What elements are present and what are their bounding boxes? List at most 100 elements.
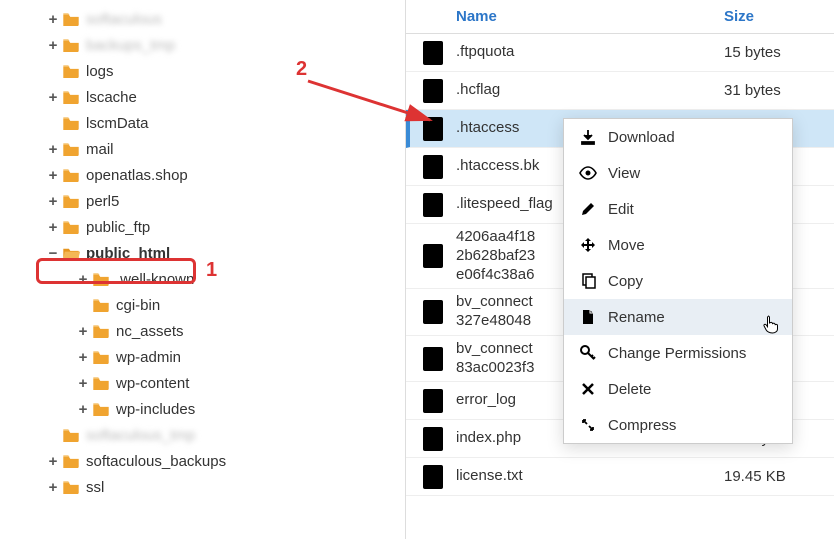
menu-item-delete[interactable]: Delete — [564, 371, 792, 407]
file-icon — [410, 154, 456, 180]
folder-icon — [62, 38, 80, 52]
expand-toggle[interactable]: + — [46, 453, 60, 470]
expand-toggle[interactable]: + — [46, 193, 60, 210]
tree-item-wpincludes[interactable]: +wp-includes — [0, 396, 405, 422]
tree-item-openatlasshop[interactable]: + openatlas.shop — [0, 162, 405, 188]
expand-toggle[interactable]: + — [76, 323, 90, 340]
column-name[interactable]: Name — [456, 8, 724, 25]
file-icon — [410, 388, 456, 414]
tree-item-softaculoustmp[interactable]: softaculous_tmp — [0, 422, 405, 448]
tree-item-cgibin[interactable]: cgi-bin — [0, 292, 405, 318]
tree-item-label: wp-content — [116, 375, 189, 392]
tree-item-ncassets[interactable]: + nc_assets — [0, 318, 405, 344]
tree-item-publichtml[interactable]: − public_html — [0, 240, 405, 266]
folder-open-icon — [62, 246, 80, 260]
tree-item-label: logs — [86, 63, 114, 80]
folder-icon — [62, 480, 80, 494]
menu-item-label: Copy — [608, 273, 643, 290]
folder-icon — [62, 454, 80, 468]
file-row[interactable]: .ftpquota15 bytes — [406, 34, 834, 72]
file-name: .hcflag — [456, 81, 724, 100]
file-row[interactable]: license.txt19.45 KB — [406, 458, 834, 496]
copy-icon — [578, 273, 598, 289]
tree-item-mail[interactable]: +mail — [0, 136, 405, 162]
folder-icon — [62, 220, 80, 234]
file-size: 15 bytes — [724, 44, 834, 61]
file-icon — [410, 192, 456, 218]
tree-item-softaculousbackups[interactable]: + softaculous_backups — [0, 448, 405, 474]
file-icon — [410, 426, 456, 452]
folder-icon — [62, 428, 80, 442]
file-row[interactable]: .hcflag31 bytes — [406, 72, 834, 110]
menu-item-label: Move — [608, 237, 645, 254]
perm-icon — [578, 345, 598, 361]
tree-item-label: openatlas.shop — [86, 167, 188, 184]
folder-tree: + softaculous +backups_tmplogs + lscache lscm… — [0, 0, 405, 539]
expand-toggle[interactable]: + — [46, 89, 60, 106]
annotation-label-1: 1 — [206, 259, 217, 282]
file-list-header: Name Size — [406, 0, 834, 34]
menu-item-label: Change Permissions — [608, 345, 746, 362]
menu-item-rename[interactable]: Rename — [564, 299, 792, 335]
tree-item-wellknown[interactable]: + .well-known — [0, 266, 405, 292]
expand-toggle[interactable]: + — [46, 37, 60, 54]
tree-item-label: nc_assets — [116, 323, 184, 340]
expand-toggle[interactable]: + — [76, 375, 90, 392]
folder-icon — [92, 272, 110, 286]
tree-item-label: softaculous — [86, 11, 162, 28]
menu-item-change-permissions[interactable]: Change Permissions — [564, 335, 792, 371]
tree-item-publicftp[interactable]: +public_ftp — [0, 214, 405, 240]
rename-icon — [578, 309, 598, 325]
tree-item-label: .well-known — [116, 271, 194, 288]
menu-item-move[interactable]: Move — [564, 227, 792, 263]
tree-item-backupstmp[interactable]: +backups_tmp — [0, 32, 405, 58]
file-size: 31 bytes — [724, 82, 834, 99]
folder-icon — [92, 350, 110, 364]
expand-toggle[interactable]: + — [76, 349, 90, 366]
tree-item-lscache[interactable]: + lscache — [0, 84, 405, 110]
tree-item-logs[interactable]: logs — [0, 58, 405, 84]
expand-toggle[interactable]: + — [76, 271, 90, 288]
tree-item-wpadmin[interactable]: + wp-admin — [0, 344, 405, 370]
expand-toggle[interactable]: + — [46, 479, 60, 496]
file-icon — [410, 346, 456, 372]
file-icon — [410, 40, 456, 66]
expand-toggle[interactable]: + — [46, 141, 60, 158]
tree-item-label: lscmData — [86, 115, 149, 132]
expand-toggle[interactable]: + — [76, 401, 90, 418]
expand-toggle[interactable]: + — [46, 167, 60, 184]
menu-item-label: Delete — [608, 381, 651, 398]
tree-item-softaculous[interactable]: + softaculous — [0, 6, 405, 32]
folder-icon — [62, 64, 80, 78]
compress-icon — [578, 417, 598, 433]
folder-icon — [92, 298, 110, 312]
file-name: .ftpquota — [456, 43, 724, 62]
menu-item-copy[interactable]: Copy — [564, 263, 792, 299]
tree-item-wpcontent[interactable]: + wp-content — [0, 370, 405, 396]
annotation-label-2: 2 — [296, 58, 307, 81]
menu-item-compress[interactable]: Compress — [564, 407, 792, 443]
move-icon — [578, 237, 598, 253]
file-icon — [410, 243, 456, 269]
column-size[interactable]: Size — [724, 8, 834, 25]
tree-item-label: wp-admin — [116, 349, 181, 366]
tree-item-perl5[interactable]: +perl5 — [0, 188, 405, 214]
expand-toggle[interactable]: − — [46, 245, 60, 262]
expand-toggle[interactable]: + — [46, 11, 60, 28]
delete-icon — [578, 382, 598, 396]
tree-item-label: lscache — [86, 89, 137, 106]
menu-item-label: Compress — [608, 417, 676, 434]
tree-item-lscmdata[interactable]: lscmData — [0, 110, 405, 136]
tree-item-label: public_html — [86, 245, 170, 262]
tree-item-ssl[interactable]: +ssl — [0, 474, 405, 500]
context-menu: DownloadViewEdit Move Copy Rename Change Per… — [563, 118, 793, 444]
expand-toggle[interactable]: + — [46, 219, 60, 236]
menu-item-download[interactable]: Download — [564, 119, 792, 155]
file-icon — [410, 464, 456, 490]
folder-icon — [62, 12, 80, 26]
menu-item-edit[interactable]: Edit — [564, 191, 792, 227]
folder-icon — [92, 376, 110, 390]
tree-item-label: softaculous_backups — [86, 453, 226, 470]
menu-item-label: Rename — [608, 309, 665, 326]
menu-item-view[interactable]: View — [564, 155, 792, 191]
